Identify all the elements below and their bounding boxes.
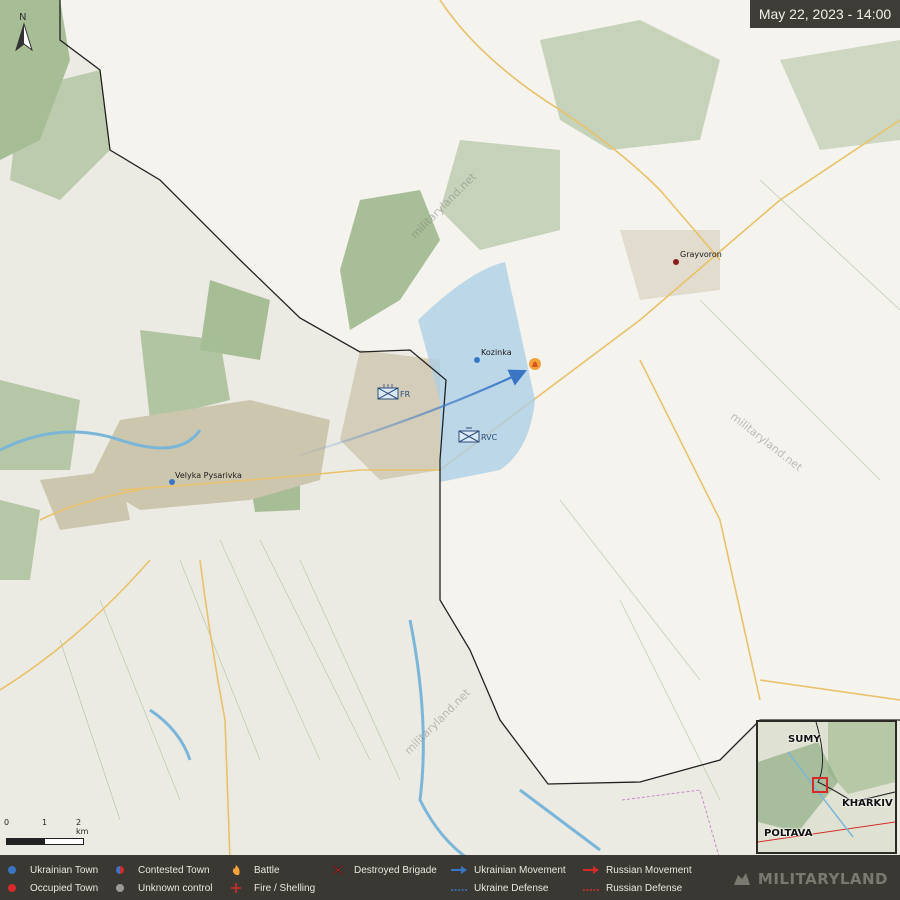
soldier-logo-icon [733,873,750,885]
legend-label: Occupied Town [30,882,99,894]
battle-flame-icon [232,865,240,875]
ukraine-defense-line-icon [451,889,467,891]
legend-label: Destroyed Brigade [354,864,437,876]
legend-label: Fire / Shelling [254,882,316,894]
legend-label: Battle [254,864,280,876]
russian-movement-arrow-icon [583,866,599,874]
inset-label-kharkiv: KHARKIV [842,798,893,809]
legend-ukraine-defense: Ukraine Defense [450,880,548,896]
legend-contested-town: Contested Town [114,862,210,878]
town-label-grayvoron: Grayvoron [680,250,722,259]
scale-bar: 0 1 2 km [4,818,88,848]
timestamp-badge: May 22, 2023 - 14:00 [750,0,900,28]
legend-occupied-town: Occupied Town [6,880,98,896]
town-label-velyka-pysarivka: Velyka Pysarivka [175,471,242,480]
brand-text: MILITARYLAND [757,870,888,888]
legend-destroyed-brigade: Destroyed Brigade [330,862,437,878]
ukrainian-town-icon [8,866,16,874]
destroyed-brigade-icon [332,865,344,875]
fire-shelling-icon [231,883,241,893]
kozinka-marker[interactable] [474,357,480,363]
occupied-town-icon [8,884,16,892]
brand-logo: MILITARYLAND [732,870,888,888]
legend-label: Russian Defense [606,882,683,894]
inset-label-poltava: POLTAVA [764,828,813,839]
legend-label: Ukraine Defense [474,882,549,894]
svg-text:N: N [19,12,26,23]
timestamp-text: May 22, 2023 - 14:00 [758,6,892,22]
unit-label-rvc: RVC [481,433,498,442]
legend-ukrainian-movement: Ukrainian Movement [450,862,566,878]
legend-russian-defense: Russian Defense [582,880,682,896]
legend-battle: Battle [230,862,280,878]
legend-russian-movement: Russian Movement [582,862,692,878]
legend-label: Contested Town [138,864,210,876]
legend-unknown-control: Unknown control [114,880,212,896]
legend-label: Ukrainian Movement [474,864,566,876]
legend-label: Russian Movement [606,864,692,876]
legend-label: Unknown control [138,882,213,894]
legend-fire-shelling: Fire / Shelling [230,880,315,896]
contested-town-icon [116,866,124,874]
scale-label-two: 2 km [76,818,89,836]
north-arrow-icon: N [15,12,33,52]
grayvoron-marker[interactable] [673,259,679,265]
map-view[interactable]: N May 22, 2023 - 14:00 Grayvoron Kozinka… [0,0,900,900]
ukrainian-movement-arrow-icon [451,866,467,874]
unknown-control-icon [116,884,124,892]
town-label-kozinka: Kozinka [481,348,512,357]
unit-label-fr: FR [400,390,411,399]
russian-defense-line-icon [583,889,599,891]
inset-label-sumy: SUMY [788,734,821,745]
legend-label: Ukrainian Town [30,864,99,876]
legend-ukrainian-town: Ukrainian Town [6,862,98,878]
scale-bar-graphic [6,838,84,845]
battle-icon[interactable] [529,358,541,370]
scale-label-one: 1 [42,818,48,827]
inset-locator-map[interactable]: SUMY KHARKIV POLTAVA [756,720,897,854]
scale-label-zero: 0 [4,818,10,827]
